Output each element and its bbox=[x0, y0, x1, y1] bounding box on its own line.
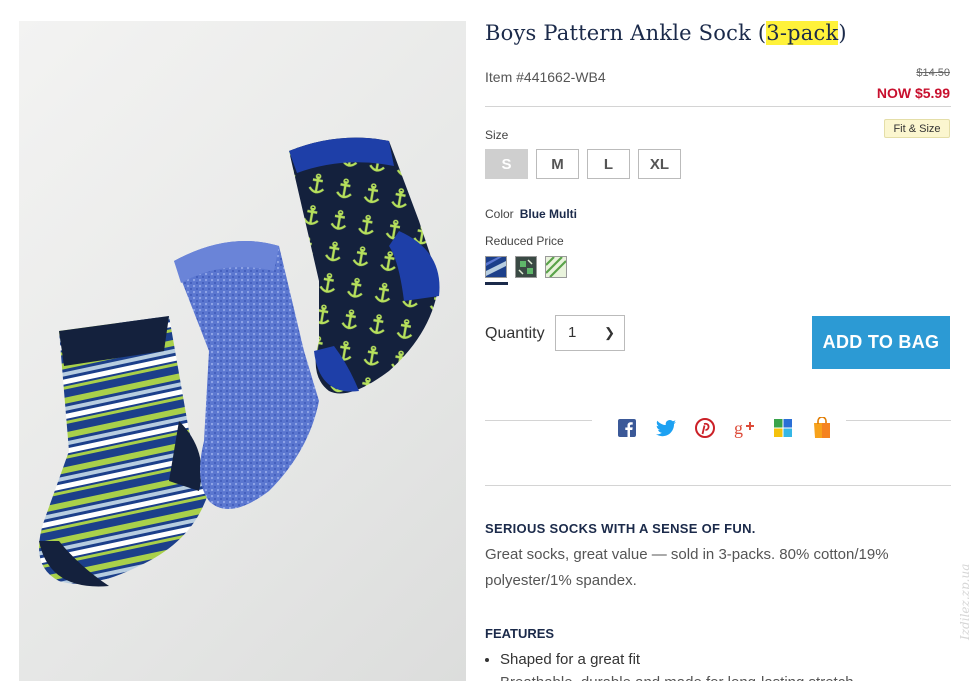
striped-sock bbox=[39, 316, 209, 587]
size-option-l[interactable]: L bbox=[587, 149, 630, 179]
green-pattern-swatch[interactable] bbox=[515, 256, 537, 278]
divider bbox=[485, 106, 951, 107]
divider bbox=[485, 485, 951, 486]
reduced-price-label: Reduced Price bbox=[485, 234, 564, 248]
features-list: Shaped for a great fit bbox=[485, 648, 640, 672]
blue-stripe-swatch[interactable] bbox=[485, 256, 507, 278]
fit-size-button[interactable]: Fit & Size bbox=[884, 119, 950, 138]
sale-price: NOW $5.99 bbox=[876, 85, 950, 101]
original-price: $14.50 bbox=[916, 67, 950, 79]
windows-icon[interactable] bbox=[773, 418, 793, 438]
divider bbox=[846, 420, 951, 421]
list-item: Shaped for a great fit bbox=[500, 648, 640, 672]
divider bbox=[485, 420, 592, 421]
google-plus-icon[interactable]: g bbox=[734, 418, 754, 438]
twitter-icon[interactable] bbox=[656, 418, 676, 438]
size-option-xl[interactable]: XL bbox=[638, 149, 681, 179]
pinterest-icon[interactable] bbox=[695, 418, 715, 438]
socks-photo bbox=[39, 137, 440, 587]
shopping-bag-icon[interactable] bbox=[812, 417, 832, 438]
title-highlight: 3-pack bbox=[766, 21, 839, 45]
description-body: Great socks, great value — sold in 3-pac… bbox=[485, 546, 889, 589]
size-option-s[interactable]: S bbox=[485, 149, 528, 179]
item-number: Item #441662-WB4 bbox=[485, 69, 606, 85]
quantity-value: 1 bbox=[568, 324, 577, 341]
selected-swatch-indicator bbox=[485, 282, 508, 285]
title-main: Boys Pattern Ankle Sock ( bbox=[485, 21, 767, 45]
size-selector: S M L XL bbox=[485, 149, 681, 179]
add-to-bag-button[interactable]: ADD TO BAG bbox=[812, 316, 950, 369]
size-option-m[interactable]: M bbox=[536, 149, 579, 179]
product-image[interactable] bbox=[19, 21, 466, 681]
quantity-label: Quantity bbox=[485, 325, 545, 342]
svg-text:g: g bbox=[734, 418, 743, 438]
green-stripe-swatch[interactable] bbox=[545, 256, 567, 278]
color-row: Color Blue Multi bbox=[485, 207, 577, 221]
facebook-icon[interactable] bbox=[617, 418, 637, 438]
color-value: Blue Multi bbox=[519, 207, 578, 221]
title-end: ) bbox=[838, 21, 847, 45]
description-heading: SERIOUS SOCKS WITH A SENSE OF FUN. bbox=[485, 521, 756, 536]
color-label: Color bbox=[485, 207, 514, 221]
chevron-down-icon: ❯ bbox=[604, 325, 615, 340]
anchor-sock bbox=[289, 137, 440, 394]
list-item-partial: Breathable, durable and made for long-la… bbox=[500, 674, 854, 681]
color-swatches bbox=[485, 256, 567, 278]
product-title: Boys Pattern Ankle Sock (3-pack) bbox=[485, 21, 847, 45]
quantity-select[interactable]: 1 ❯ bbox=[555, 315, 625, 351]
size-label: Size bbox=[485, 128, 509, 142]
social-share: g bbox=[617, 417, 832, 438]
features-heading: FEATURES bbox=[485, 626, 555, 641]
watermark: Izdilez.zp.ua bbox=[958, 563, 969, 640]
